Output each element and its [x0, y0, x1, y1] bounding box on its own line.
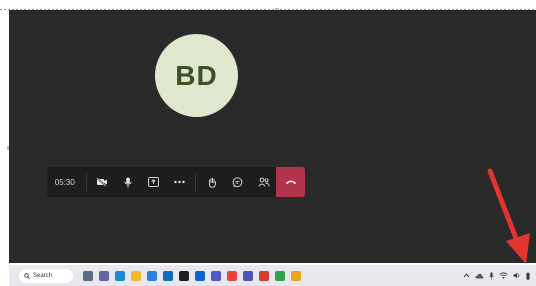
phone-hangup-icon	[285, 180, 296, 185]
avatar: BD	[155, 34, 238, 117]
meeting-window	[9, 10, 536, 263]
mic-tray-icon[interactable]	[489, 271, 494, 280]
taskbar-app-app-green-icon[interactable]	[275, 270, 285, 281]
speaker-icon[interactable]	[513, 272, 521, 279]
hang-up-button[interactable]	[276, 167, 305, 197]
share-tray-icon	[148, 177, 160, 187]
mic-icon	[124, 177, 132, 187]
camera-off-icon	[96, 177, 108, 187]
taskbar-app-teams-alt-icon[interactable]	[243, 270, 253, 281]
taskbar-app-amazon-icon[interactable]	[179, 270, 189, 281]
system-tray	[463, 271, 530, 280]
taskbar-app-app-multicolor-icon[interactable]	[291, 270, 301, 281]
people-button[interactable]	[251, 167, 277, 197]
divider	[85, 173, 87, 191]
taskbar-app-teams-icon[interactable]	[211, 270, 221, 281]
windows-taskbar: Search	[9, 265, 536, 286]
raise-hand-button[interactable]	[199, 167, 225, 197]
taskbar-search[interactable]: Search	[19, 268, 73, 283]
more-options-button[interactable]	[167, 167, 193, 197]
chat-icon	[232, 176, 243, 187]
taskbar-app-edge-icon[interactable]	[115, 270, 125, 281]
taskbar-app-app-red-icon[interactable]	[259, 270, 269, 281]
taskbar-app-store-icon[interactable]	[147, 270, 157, 281]
microphone-button[interactable]	[115, 167, 141, 197]
search-icon	[24, 272, 30, 279]
divider	[195, 173, 197, 191]
call-toolbar: 05:30	[47, 167, 305, 197]
call-timer: 05:30	[54, 177, 75, 187]
taskbar-app-chrome-icon[interactable]	[227, 270, 237, 281]
taskbar-app-outlook-icon[interactable]	[195, 270, 205, 281]
avatar-initials: BD	[175, 59, 218, 91]
taskbar-app-file-explorer-icon[interactable]	[131, 270, 141, 281]
taskbar-apps	[83, 270, 301, 281]
chevron-up-icon[interactable]	[463, 273, 470, 278]
share-screen-button[interactable]	[141, 167, 167, 197]
taskbar-app-mail-icon[interactable]	[163, 270, 173, 281]
chat-button[interactable]	[225, 167, 251, 197]
more-icon	[174, 180, 185, 184]
taskbar-app-task-view-icon[interactable]	[83, 270, 93, 281]
taskbar-app-chat-app-icon[interactable]	[99, 270, 109, 281]
hand-icon	[209, 177, 217, 188]
search-label: Search	[33, 272, 53, 279]
people-icon	[257, 177, 270, 187]
cloud-icon[interactable]	[475, 273, 484, 279]
wifi-icon[interactable]	[499, 272, 508, 279]
camera-toggle-button[interactable]	[90, 167, 116, 197]
battery-icon[interactable]	[526, 272, 530, 280]
